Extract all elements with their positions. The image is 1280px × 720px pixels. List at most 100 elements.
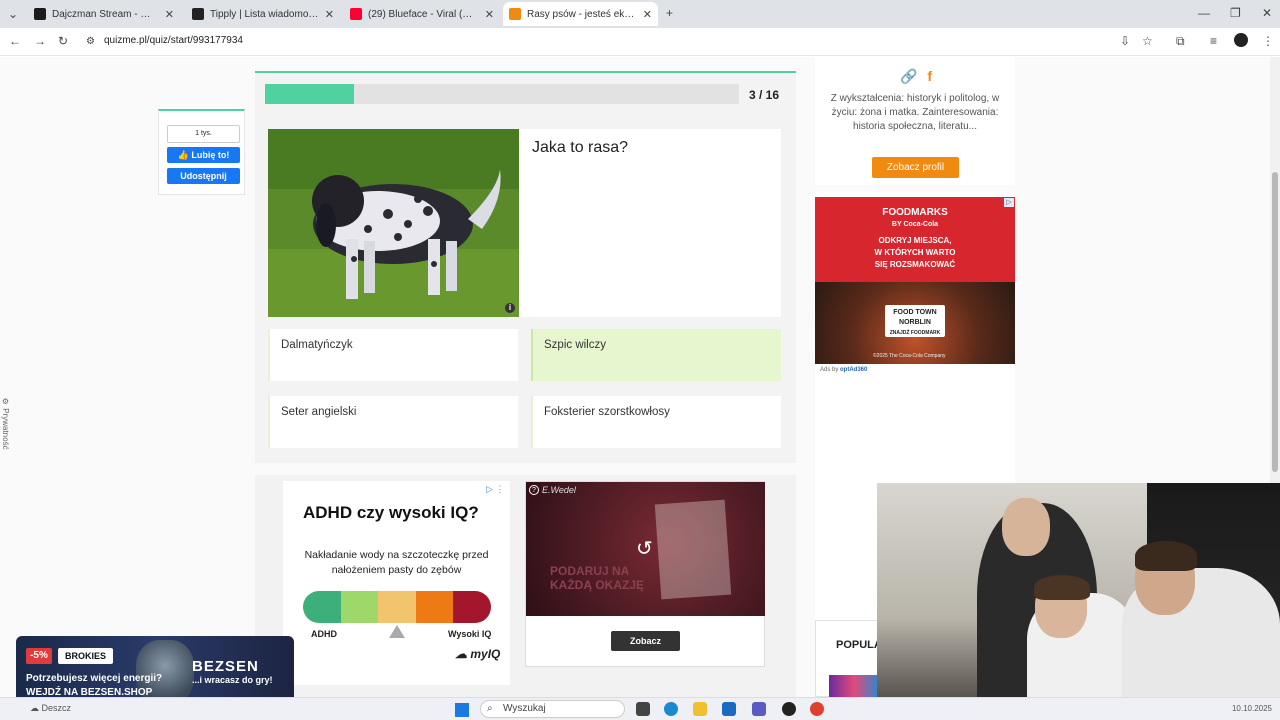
popular-heading: POPULA [836,639,882,651]
scale-left-label: ADHD [311,629,337,639]
adhd-subtitle: Nakładanie wody na szczoteczkę przed nał… [304,549,489,576]
progress-bar [265,84,739,104]
adhd-title: ADHD czy wysoki IQ? [303,503,479,522]
discount-badge: -5% [26,648,52,664]
close-icon[interactable]: ✕ [485,8,494,21]
tab-youtube[interactable]: (29) Blueface - Viral (Official Vi ✕ [344,2,500,26]
tab-title: Tipply | Lista wiadomości [210,8,319,20]
like-count: 1 tys. [167,125,240,143]
reload-icon[interactable]: ↻ [58,34,68,48]
foodmarks-brand-text: FOODMARKS [882,207,948,218]
chrome-icon[interactable] [810,702,824,716]
answer-label: Seter angielski [281,406,357,418]
person-hair [1135,541,1197,571]
wedel-image: ? E.Wedel PODARUJ NA KAŻDĄ OKAZJĘ ↺ [526,482,765,616]
wedel-ad[interactable]: ? E.Wedel PODARUJ NA KAŻDĄ OKAZJĘ ↺ Zoba… [525,481,765,667]
answer-option[interactable]: Seter angielski [268,396,518,448]
weather-widget[interactable]: ☁ Deszcz [30,703,71,714]
answer-option[interactable]: Foksterier szorstkowłosy [531,396,781,448]
help-icon[interactable]: ? [529,485,539,495]
new-tab-icon[interactable]: + [666,6,673,20]
wedel-line: KAŻDĄ OKAZJĘ [550,578,645,592]
browser-tab-strip: ⌄ Dajczman Stream - Watch Live ✕ Tipply … [0,0,1280,28]
foodmarks-copyright: ©2025 The Coca-Cola Company [873,353,946,359]
myiq-logo: ☁ myIQ [455,647,501,661]
file-explorer-icon[interactable] [693,702,707,716]
foodmarks-by: BY Coca-Cola [891,221,939,228]
progress-fill [265,84,354,104]
obs-icon[interactable] [782,702,796,716]
replay-icon[interactable]: ↺ [636,536,653,561]
media-icon[interactable]: ≡ [1210,34,1217,48]
adchoices-icon[interactable]: ▷ [1004,198,1014,207]
foodmarks-ad[interactable]: FOODMARKS BY Coca-Cola ODKRYJ MIEJSCA, W… [815,197,1015,364]
adchoices-icon[interactable]: ▷ ⋮ [486,484,504,495]
webcam-overlay [877,483,1280,709]
like-label: Lubię to! [191,150,230,160]
dajczman-favicon [34,8,46,20]
tab-quizme[interactable]: Rasy psów - jesteś ekspertem? | ✕ [503,2,658,26]
answer-label: Foksterier szorstkowłosy [544,406,670,418]
forward-icon[interactable]: → [34,34,46,48]
answer-option[interactable]: Szpic wilczy [531,329,781,381]
window-close-icon[interactable]: ✕ [1262,6,1272,20]
profile-avatar[interactable] [1234,33,1248,47]
view-profile-button[interactable]: Zobacz profil [872,157,959,178]
minimize-icon[interactable]: — [1198,6,1210,20]
menu-icon[interactable]: ⋮ [1262,34,1274,48]
close-icon[interactable]: ✕ [165,8,174,21]
brokies-tag: BROKIES [58,648,113,664]
taskbar-search[interactable]: ⌕ Wyszukaj [480,700,625,718]
answer-label: Dalmatyńczyk [281,339,353,351]
extensions-icon[interactable]: ⧉ [1176,34,1185,49]
privacy-link[interactable]: ⚙ Prywatność [1,397,10,450]
quizme-favicon [509,8,521,20]
bezsen-subline: ...i wracasz do gry! [192,675,273,685]
like-button[interactable]: 👍 Lubię to! [167,147,240,163]
wedel-line: PODARUJ NA [550,564,630,578]
question-card: i Jaka to rasa? [268,129,781,317]
install-icon[interactable]: ⇩ [1120,34,1130,48]
tab-dajczman[interactable]: Dajczman Stream - Watch Live ✕ [28,2,180,26]
popular-section: POPULA [815,620,885,697]
close-icon[interactable]: ✕ [325,8,334,21]
outlook-icon[interactable] [722,702,736,716]
edge-icon[interactable] [664,702,678,716]
back-icon[interactable]: ← [9,34,21,48]
windows-taskbar: ☁ Deszcz ⌕ Wyszukaj 10.10.2025 [0,697,1280,720]
scale-segment [340,591,379,623]
scale-segment [303,591,341,623]
teams-icon[interactable] [752,702,766,716]
tab-tipply[interactable]: Tipply | Lista wiadomości ✕ [186,2,340,26]
site-info-icon[interactable]: ⚙ [86,36,95,47]
adhd-scale [303,591,491,623]
weather-label: Deszcz [41,703,72,713]
ads-by-label[interactable]: Ads by optAd360 [820,367,867,373]
optad-brand: optAd360 [840,367,868,373]
tab-search-icon[interactable]: ⌄ [8,7,18,21]
start-button[interactable] [455,703,469,717]
tab-title: Dajczman Stream - Watch Live [52,8,159,20]
task-view-icon[interactable] [636,702,650,716]
person-head [1002,498,1050,556]
address-bar[interactable]: quizme.pl/quiz/start/993177934 [104,35,243,46]
close-icon[interactable]: ✕ [643,8,652,21]
answer-option[interactable]: Dalmatyńczyk [268,329,518,381]
wedel-logo: E.Wedel [542,485,576,495]
scrollbar-thumb[interactable] [1272,172,1278,472]
share-button[interactable]: Udostępnij [167,168,240,184]
info-icon[interactable]: i [505,303,515,313]
progress-count: 3 / 16 [749,88,780,102]
restore-icon[interactable]: ❐ [1230,6,1241,20]
tipply-favicon [192,8,204,20]
adhd-ad[interactable]: ▷ ⋮ ADHD czy wysoki IQ? Nakładanie wody … [283,481,510,685]
privacy-label: Prywatność [1,408,10,450]
bookmark-star-icon[interactable]: ☆ [1142,34,1153,48]
facebook-icon[interactable]: f [927,68,932,84]
ads-by-text: Ads by [820,367,839,373]
popular-thumbnail[interactable] [829,675,879,697]
link-icon[interactable]: 🔗 [900,68,917,84]
taskbar-date: 10.10.2025 [1231,704,1272,713]
quiz-panel: 3 / 16 i Jaka to rasa? Dalmatyńczyk Szpi… [255,71,796,463]
zobacz-button[interactable]: Zobacz [611,631,680,651]
